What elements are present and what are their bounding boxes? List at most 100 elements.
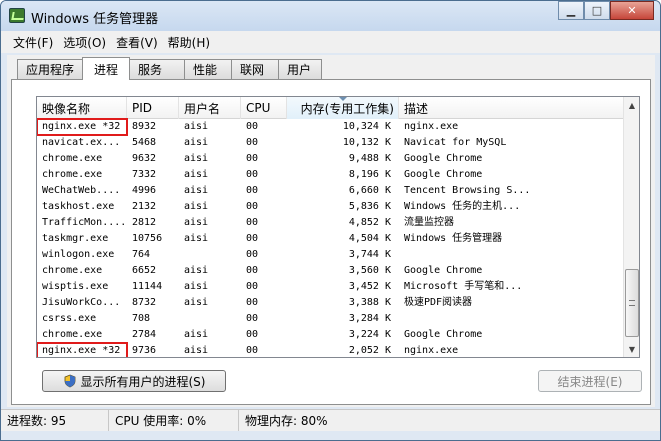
cell-mem: 2,052 K — [348, 345, 391, 356]
cell-user: aisi — [184, 345, 209, 356]
cell-desc: Windows 任务管理器 — [404, 233, 503, 244]
tab-applications[interactable]: 应用程序 — [17, 59, 84, 79]
cell-user: aisi — [184, 153, 209, 164]
column-user[interactable]: 用户名 — [179, 97, 241, 119]
cell-mem: 8,196 K — [348, 169, 391, 180]
close-button[interactable]: ✕ — [610, 1, 654, 20]
grip-icon — [629, 300, 635, 306]
cell-cpu: 00 — [246, 265, 259, 276]
minimize-icon: ▁ — [566, 4, 576, 17]
table-row[interactable]: nginx.exe *32 9736 aisi 00 2,052 K nginx.exe — [37, 342, 625, 357]
maximize-button[interactable]: □ — [584, 1, 610, 20]
cell-pid: 4996 — [132, 185, 157, 196]
status-bar: 进程数: 95 CPU 使用率: 0% 物理内存: 80% — [1, 409, 660, 432]
tab-strip: 应用程序 进程 服务 性能 联网 用户 — [17, 57, 323, 80]
process-list[interactable]: 映像名称 PID 用户名 CPU 内存(专用工作集) 描述 nginx.exe … — [36, 96, 640, 358]
table-row[interactable]: navicat.ex... 5468 aisi 00 10,132 K Navicat f… — [37, 135, 625, 151]
scroll-up-icon[interactable]: ▲ — [624, 97, 639, 113]
cell-pid: 9632 — [132, 153, 157, 164]
cell-user: aisi — [184, 201, 209, 212]
cell-cpu: 00 — [246, 169, 259, 180]
process-rows: nginx.exe *32 8932 aisi 00 10,324 Knginx.exe… — [37, 118, 625, 357]
menu-view[interactable]: 查看(V) — [116, 34, 158, 51]
table-row[interactable]: chrome.exe 6652 aisi 00 3,560 K Google Chrome — [37, 263, 625, 279]
table-row[interactable]: taskmgr.exe 10756 aisi 00 4,504 K Windows 任务管… — [37, 231, 625, 247]
table-row[interactable]: winlogon.exe 764 00 3,744 K — [37, 247, 625, 263]
uac-shield-icon — [63, 374, 77, 388]
cell-cpu: 00 — [246, 121, 259, 132]
tab-users[interactable]: 用户 — [278, 59, 323, 79]
cell-image: wisptis.exe — [42, 281, 109, 292]
show-all-users-label: 显示所有用户的进程(S) — [80, 374, 206, 389]
cell-mem: 10,324 K — [342, 121, 391, 132]
table-row[interactable]: chrome.exe 9632 aisi 00 9,488 K Google Chrome — [37, 151, 625, 167]
table-row[interactable]: chrome.exe 7332 aisi 00 8,196 K Google Chrome — [37, 167, 625, 183]
cell-mem: 3,224 K — [348, 329, 391, 340]
cell-mem: 4,504 K — [348, 233, 391, 244]
menu-file[interactable]: 文件(F) — [13, 34, 53, 51]
show-all-users-button[interactable]: 显示所有用户的进程(S) — [42, 370, 226, 392]
cell-mem: 5,836 K — [348, 201, 391, 212]
cell-user: aisi — [184, 137, 209, 148]
tab-services[interactable]: 服务 — [129, 59, 186, 79]
cell-mem: 3,744 K — [348, 249, 391, 260]
table-row[interactable]: taskhost.exe 2132 aisi 00 5,836 K Windows 任务的… — [37, 199, 625, 215]
cell-pid: 708 — [132, 313, 151, 324]
cell-desc: Google Chrome — [404, 153, 483, 164]
vertical-scrollbar[interactable]: ▲ ▼ — [623, 97, 639, 357]
cell-desc: nginx.exe — [404, 121, 459, 132]
cell-user — [179, 311, 241, 327]
cell-pid: 5468 — [132, 137, 157, 148]
scroll-down-icon[interactable]: ▼ — [624, 341, 639, 357]
tab-networking[interactable]: 联网 — [231, 59, 280, 79]
cell-pid: 9736 — [132, 345, 157, 356]
cell-pid: 2784 — [132, 329, 157, 340]
cell-cpu: 00 — [246, 153, 259, 164]
status-process-count: 进程数: 95 — [1, 409, 109, 432]
menu-options[interactable]: 选项(O) — [63, 34, 106, 51]
task-manager-window: Windows 任务管理器 ▁ □ ✕ 文件(F) 选项(O) 查看(V) 帮助… — [0, 0, 661, 441]
cell-image: winlogon.exe — [42, 249, 115, 260]
cell-image: JisuWorkCo... — [42, 297, 121, 308]
table-row[interactable]: JisuWorkCo... 8732 aisi 00 3,388 K 极速PDF阅读器 — [37, 295, 625, 311]
table-row[interactable]: csrss.exe 708 00 3,284 K — [37, 311, 625, 327]
cell-mem: 3,452 K — [348, 281, 391, 292]
cell-user: aisi — [184, 233, 209, 244]
cell-image: TrafficMon.... — [42, 217, 127, 228]
cell-desc: Google Chrome — [404, 265, 483, 276]
cell-image: nginx.exe *32 — [37, 118, 128, 136]
cell-image: chrome.exe — [42, 169, 103, 180]
cell-mem: 6,660 K — [348, 185, 391, 196]
cell-desc — [399, 247, 625, 263]
cell-pid: 11144 — [132, 281, 163, 292]
column-description[interactable]: 描述 — [399, 97, 625, 119]
title-bar[interactable]: Windows 任务管理器 ▁ □ ✕ — [1, 1, 660, 31]
table-row[interactable]: WeChatWeb.... 4996 aisi 00 6,660 K Tencent Br… — [37, 183, 625, 199]
scroll-thumb[interactable] — [625, 269, 639, 337]
menu-help[interactable]: 帮助(H) — [168, 34, 210, 51]
minimize-button[interactable]: ▁ — [558, 1, 584, 20]
cell-image: navicat.ex... — [42, 137, 121, 148]
cell-mem: 3,388 K — [348, 297, 391, 308]
table-row[interactable]: TrafficMon.... 2812 aisi 00 4,852 K 流量监控器 — [37, 215, 625, 231]
cell-user: aisi — [184, 329, 209, 340]
end-process-button[interactable]: 结束进程(E) — [538, 370, 642, 392]
column-memory[interactable]: 内存(专用工作集) — [287, 97, 399, 119]
status-physical-memory: 物理内存: 80% — [245, 414, 328, 428]
table-row[interactable]: chrome.exe 2784 aisi 00 3,224 K Google Chrome — [37, 327, 625, 343]
table-row[interactable]: wisptis.exe 11144 aisi 00 3,452 K Microsoft 手… — [37, 279, 625, 295]
cell-pid: 8732 — [132, 297, 157, 308]
cell-cpu: 00 — [246, 345, 259, 356]
tab-performance[interactable]: 性能 — [184, 59, 233, 79]
cell-user: aisi — [184, 297, 209, 308]
table-row[interactable]: nginx.exe *32 8932 aisi 00 10,324 K nginx.exe — [37, 118, 625, 136]
tab-processes[interactable]: 进程 — [82, 57, 131, 80]
cell-image: WeChatWeb.... — [42, 185, 121, 196]
column-cpu[interactable]: CPU — [241, 97, 287, 119]
cell-mem: 3,284 K — [348, 313, 391, 324]
sort-descending-icon — [338, 97, 347, 101]
cell-cpu: 00 — [246, 329, 259, 340]
cell-desc: Tencent Browsing S... — [404, 185, 531, 196]
column-pid[interactable]: PID — [127, 97, 179, 119]
column-image-name[interactable]: 映像名称 — [37, 97, 127, 119]
